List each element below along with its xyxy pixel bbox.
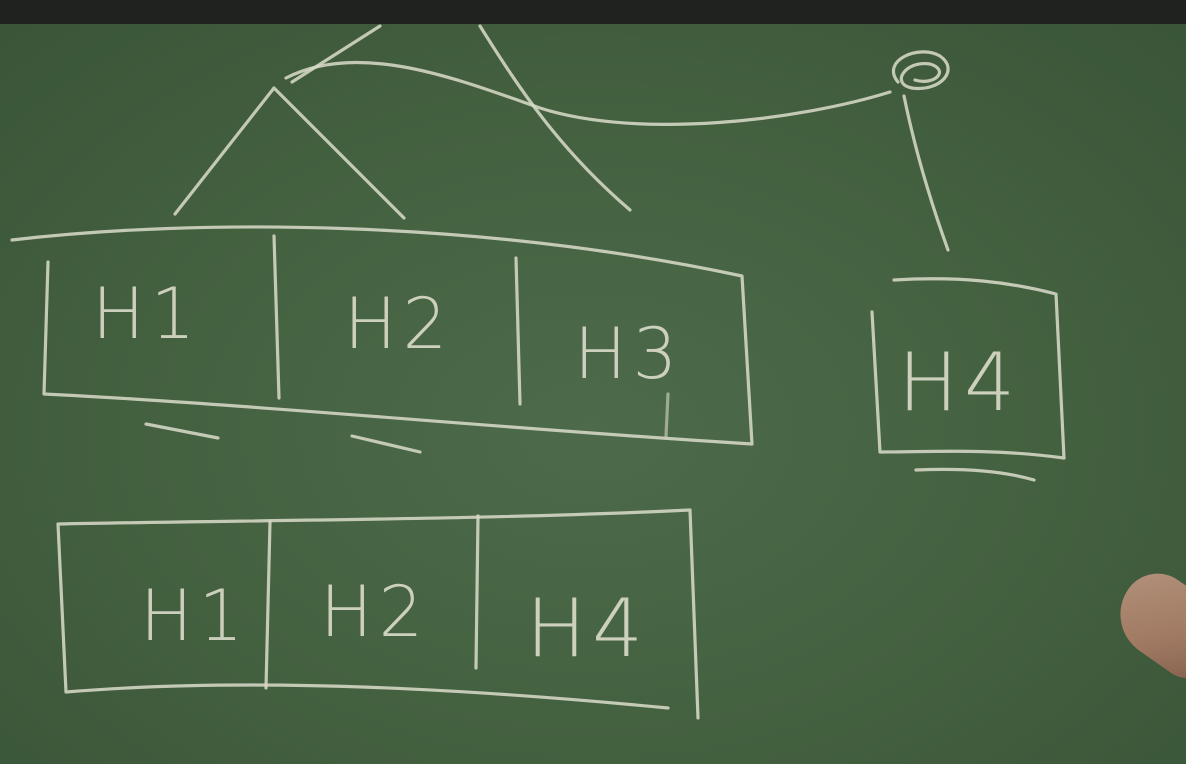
- tree-large-branch-right: [478, 24, 632, 212]
- chalkboard: H1 H2 H3 H4 H1 H2 H4: [0, 24, 1186, 764]
- bottom-label-h2: H2: [320, 571, 429, 653]
- bottom-label-h4: H4: [526, 582, 649, 675]
- top-row-divider-1: [272, 234, 281, 400]
- top-row-divider-2: [514, 256, 522, 406]
- tree-line-down-to-h4: [902, 94, 950, 252]
- chalk-drawing: H1 H2 H3 H4 H1 H2 H4: [10, 24, 1066, 720]
- tree-small-triangle: [173, 86, 406, 220]
- top-label-h2: H2: [344, 283, 453, 365]
- bottom-label-h1: H1: [140, 575, 249, 657]
- underline-h2: [350, 434, 422, 454]
- top-label-h3: H3: [574, 313, 683, 395]
- underline-h1: [144, 422, 220, 440]
- underline-h4: [914, 467, 1036, 482]
- bottom-row-divider-1: [264, 520, 272, 690]
- top-label-h1: H1: [92, 273, 201, 355]
- top-row-tick: [664, 392, 670, 438]
- video-top-bar: [0, 0, 1186, 24]
- tree-curve-to-h4: [284, 60, 892, 126]
- tree-scribble-node: [891, 50, 950, 91]
- side-label-h4: H4: [898, 336, 1021, 429]
- tree-large-branch-left: [290, 24, 382, 84]
- bottom-row-divider-2: [474, 514, 480, 670]
